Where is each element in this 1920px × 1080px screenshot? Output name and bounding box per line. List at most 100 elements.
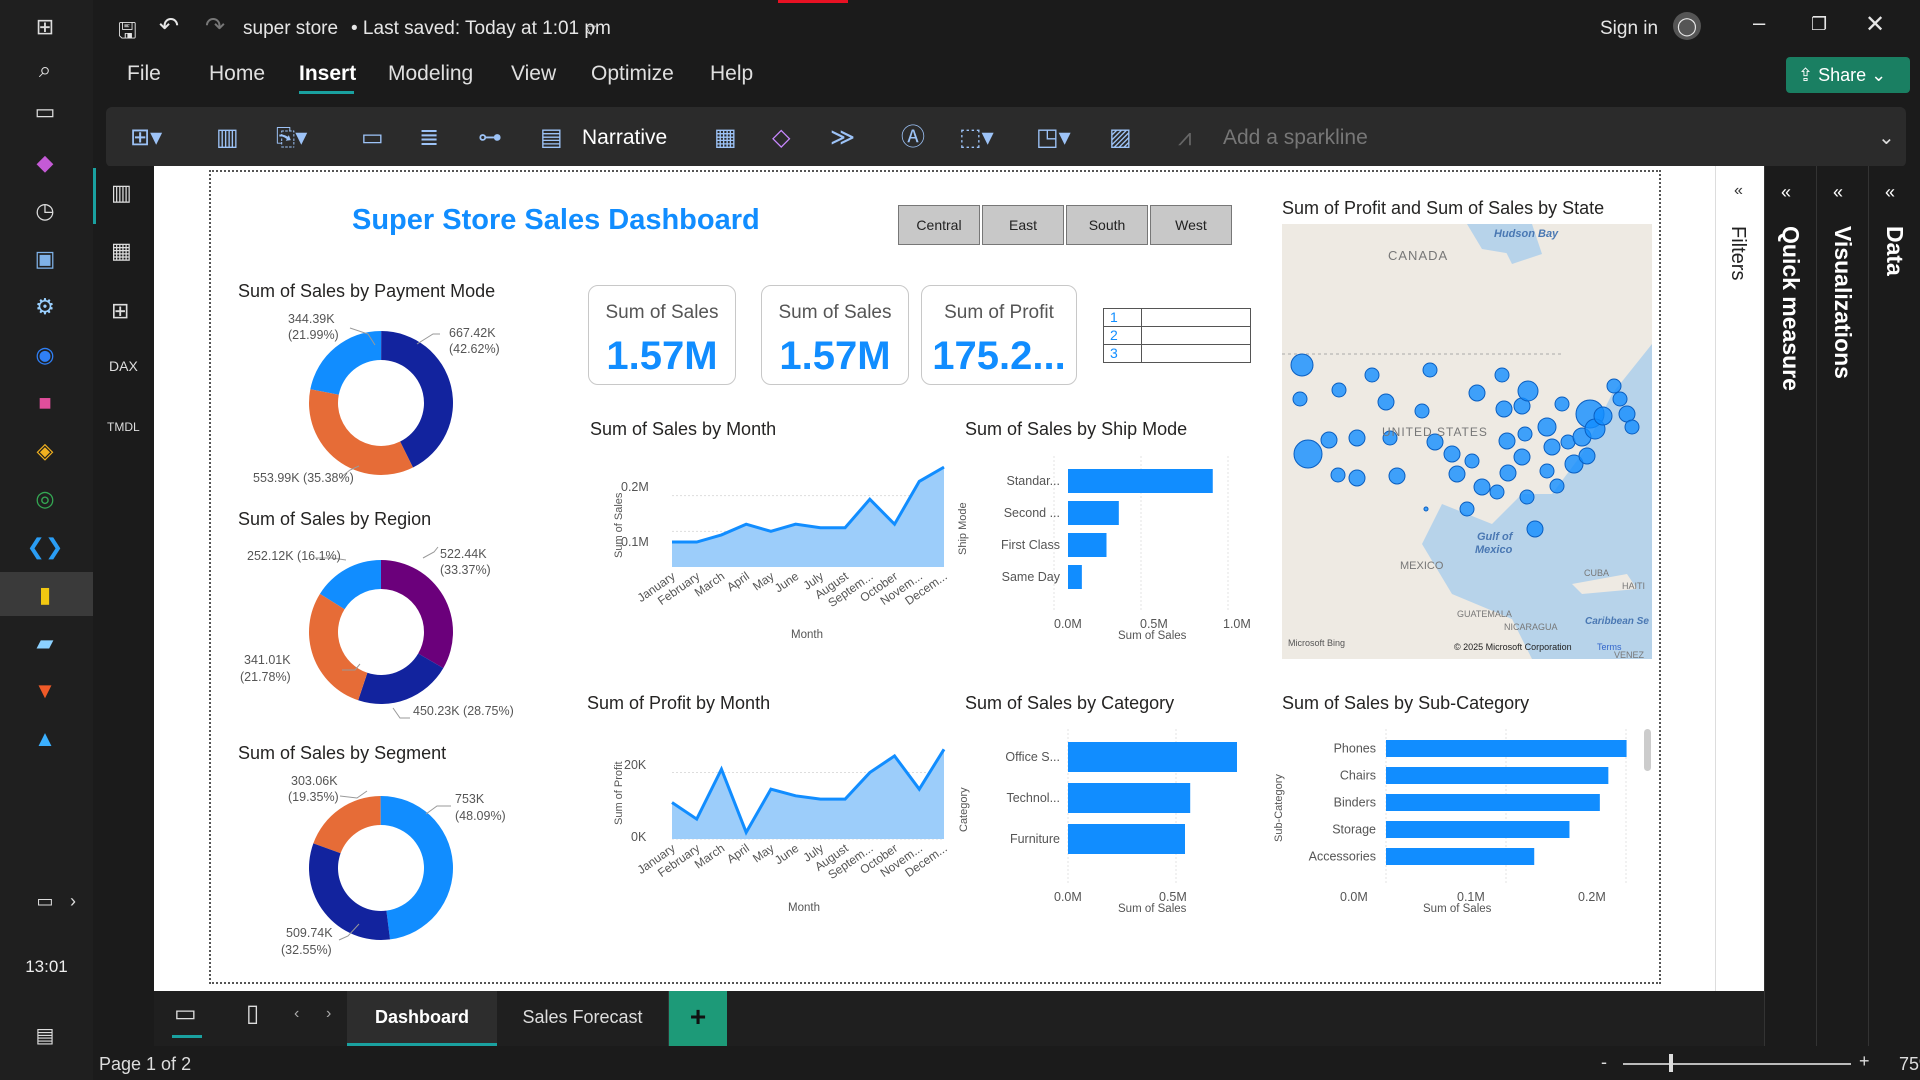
visualizations-label[interactable]: Visualizations (1829, 226, 1856, 379)
bar[interactable] (1386, 740, 1627, 757)
map-bubble[interactable] (1423, 506, 1429, 512)
map-bubble[interactable] (1364, 367, 1380, 383)
menu-modeling[interactable]: Modeling (388, 62, 473, 86)
map-bubble[interactable] (1489, 484, 1505, 500)
task-view-icon[interactable]: ▭ (30, 97, 60, 127)
decomposition-tree-icon[interactable]: ⊶ (478, 123, 502, 153)
bar[interactable] (1386, 821, 1570, 838)
report-view-icon[interactable]: ▥ (111, 180, 132, 206)
data-label[interactable]: Data (1881, 226, 1908, 276)
map-bubble[interactable] (1513, 448, 1531, 466)
prev-page-icon[interactable]: ‹ (294, 1005, 299, 1023)
computer-icon[interactable]: ▣ (30, 244, 60, 274)
map-bubble[interactable] (1377, 393, 1395, 411)
quick-measure-pane[interactable]: « Quick measure (1764, 166, 1816, 1046)
settings-gear-icon[interactable]: ⚙ (30, 292, 60, 322)
map-bubble[interactable] (1320, 431, 1338, 449)
windows-start-icon[interactable]: ⊞ (30, 12, 60, 42)
collapse-ribbon-icon[interactable]: ⌄ (1878, 123, 1895, 153)
narrative-button[interactable]: Narrative (582, 123, 667, 153)
close-button[interactable]: ✕ (1865, 10, 1885, 39)
bar[interactable] (1068, 783, 1191, 813)
ide-icon[interactable]: ■ (30, 388, 60, 418)
git-icon[interactable]: ◈ (30, 436, 60, 466)
shapes-icon[interactable]: ◳▾ (1036, 123, 1071, 153)
chevron-right-icon[interactable]: › (58, 886, 88, 916)
buttons-icon[interactable]: ⬚▾ (959, 123, 994, 153)
map-bubble[interactable] (1448, 465, 1466, 483)
comment-icon[interactable]: ▭ (361, 123, 384, 153)
map-bubble[interactable] (1543, 438, 1561, 456)
minimize-button[interactable]: – (1753, 10, 1765, 36)
map-bubble[interactable] (1494, 367, 1510, 383)
bar[interactable] (1386, 848, 1535, 865)
map-bubble[interactable] (1459, 501, 1475, 517)
expand-filters-icon[interactable]: « (1734, 182, 1743, 200)
map-bubble[interactable] (1499, 464, 1517, 482)
zoom-slider-thumb[interactable] (1669, 1054, 1673, 1072)
bar[interactable] (1068, 469, 1213, 493)
map-bubble[interactable] (1468, 384, 1486, 402)
map-bubble[interactable] (1330, 467, 1346, 483)
map-bubble[interactable] (1348, 469, 1366, 487)
paginated-report-icon[interactable]: ▦ (714, 123, 737, 153)
map-bubble[interactable] (1537, 417, 1557, 437)
narrative-icon[interactable]: ▤ (540, 123, 563, 153)
filters-label[interactable]: Filters (1726, 226, 1749, 280)
menu-file[interactable]: File (127, 62, 161, 86)
text-box-icon[interactable]: Ⓐ (901, 123, 925, 153)
menu-help[interactable]: Help (710, 62, 753, 86)
map-bubble[interactable] (1331, 382, 1347, 398)
map-bubble[interactable] (1517, 380, 1539, 402)
model-view-icon[interactable]: ⊞ (111, 298, 129, 324)
share-button[interactable]: ⇪ Share ⌄ (1786, 57, 1910, 93)
map-bubble[interactable] (1549, 478, 1565, 494)
bar[interactable] (1068, 565, 1082, 589)
bar[interactable] (1386, 767, 1609, 784)
vscode-icon[interactable]: ❮❯ (27, 532, 64, 562)
restore-button[interactable]: ❐ (1811, 14, 1827, 35)
image-icon[interactable]: ▨ (1109, 123, 1132, 153)
sign-in-link[interactable]: Sign in (1600, 18, 1658, 40)
notes-icon[interactable]: ▰ (30, 628, 60, 658)
map-terms-link[interactable]: Terms (1597, 642, 1622, 652)
menu-insert[interactable]: Insert (299, 62, 356, 86)
zoom-slider[interactable] (1623, 1063, 1851, 1065)
map-bubble[interactable] (1495, 400, 1513, 418)
next-page-icon[interactable]: › (326, 1005, 331, 1023)
photos-icon[interactable]: ▲ (30, 724, 60, 754)
map-bubble[interactable] (1290, 353, 1314, 377)
data-pane[interactable]: « Data (1868, 166, 1920, 1046)
map-bubble[interactable] (1422, 362, 1438, 378)
map-bubble[interactable] (1517, 426, 1533, 442)
mobile-layout-icon[interactable]: ▯ (246, 999, 259, 1028)
notification-icon[interactable]: ▤ (30, 1020, 60, 1050)
tab-sales-forecast[interactable]: Sales Forecast (497, 991, 669, 1046)
bar[interactable] (1386, 794, 1600, 811)
zoom-out-button[interactable]: - (1601, 1052, 1607, 1073)
search-icon[interactable]: ⌕ (30, 55, 60, 85)
map-bubble[interactable] (1624, 419, 1640, 435)
map-bubble[interactable] (1612, 391, 1628, 407)
map-bubble[interactable] (1388, 467, 1406, 485)
expand-icon[interactable]: « (1781, 182, 1791, 203)
map-bubble[interactable] (1526, 520, 1544, 538)
key-influencers-icon[interactable]: ≣ (419, 123, 439, 153)
redo-icon[interactable]: ↷ (205, 12, 225, 41)
clock-app-icon[interactable]: ◷ (30, 196, 60, 226)
bar-chart-icon[interactable]: ▥ (216, 123, 239, 153)
map-bubble[interactable] (1606, 378, 1622, 394)
bar[interactable] (1068, 824, 1185, 854)
visualizations-pane[interactable]: « Visualizations (1816, 166, 1868, 1046)
scrollbar[interactable] (1644, 729, 1651, 771)
tab-dashboard[interactable]: Dashboard (347, 991, 497, 1046)
map-bubble[interactable] (1498, 432, 1516, 450)
brave-icon[interactable]: ▼ (30, 676, 60, 706)
power-apps-icon[interactable]: ◇ (772, 123, 790, 153)
map-bubble[interactable] (1292, 391, 1308, 407)
menu-home[interactable]: Home (209, 62, 265, 86)
chrome-icon[interactable]: ◎ (30, 484, 60, 514)
expand-icon[interactable]: « (1833, 182, 1843, 203)
map-bubble[interactable] (1414, 403, 1430, 419)
map-bubble[interactable] (1593, 406, 1613, 426)
